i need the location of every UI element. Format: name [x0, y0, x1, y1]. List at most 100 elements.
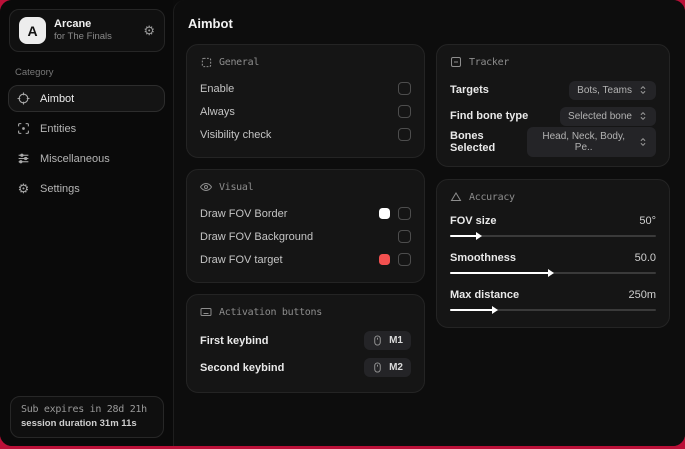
tracker-panel: Tracker Targets Bots, Teams Find bone ty…: [436, 44, 670, 167]
app-logo: A: [19, 17, 46, 44]
setting-label: Second keybind: [200, 361, 285, 374]
setting-row-second-keybind: Second keybind M2: [200, 354, 411, 381]
setting-label: Bones Selected: [450, 130, 496, 154]
setting-label: First keybind: [200, 334, 269, 347]
setting-row-smoothness: Smoothness 50.0: [450, 249, 656, 277]
second-keybind-button[interactable]: M2: [364, 358, 411, 377]
setting-label: Visibility check: [200, 128, 272, 141]
slider-fill: [450, 232, 482, 240]
keyboard-icon: [200, 306, 212, 318]
dropdown-value: Selected bone: [568, 110, 632, 122]
setting-row-bones-selected: Bones Selected Head, Neck, Body, Pe..: [450, 127, 656, 157]
dropdown-value: Head, Neck, Body, Pe..: [542, 131, 626, 153]
mouse-icon: [372, 335, 383, 346]
visual-panel: Visual Draw FOV Border Draw FOV Backgrou…: [186, 169, 425, 283]
setting-label: Enable: [200, 82, 235, 95]
targets-dropdown[interactable]: Bots, Teams: [569, 80, 656, 100]
visibility-check-checkbox[interactable]: [398, 128, 411, 141]
smoothness-value: 50.0: [634, 252, 656, 264]
sidebar-item-label: Settings: [40, 182, 80, 195]
max-distance-value: 250m: [628, 289, 656, 301]
sidebar-item-miscellaneous[interactable]: Miscellaneous: [8, 145, 165, 172]
gear-icon[interactable]: ⚙: [143, 24, 155, 37]
sliders-icon: [17, 152, 30, 165]
setting-label: Always: [200, 105, 235, 118]
sidebar-item-label: Aimbot: [40, 92, 75, 105]
sidebar-item-label: Entities: [40, 122, 77, 135]
panel-title: Accuracy: [469, 191, 515, 203]
session-duration-text: session duration 31m 11s: [21, 418, 137, 429]
fov-target-color-swatch[interactable]: [379, 254, 390, 265]
general-panel: General Enable Always Visibility check: [186, 44, 425, 158]
sidebar-item-aimbot[interactable]: Aimbot: [8, 85, 165, 112]
setting-label: Draw FOV target: [200, 253, 283, 266]
sub-expires-text: Sub expires in 28d 21h: [21, 404, 147, 415]
setting-label: Smoothness: [450, 252, 517, 264]
panel-title: Tracker: [469, 56, 510, 68]
fov-size-slider[interactable]: [450, 232, 656, 240]
brand-card: A Arcane for The Finals ⚙: [9, 9, 165, 52]
eye-icon: [200, 181, 212, 193]
chevrons-up-down-icon: [638, 137, 648, 147]
app-name: Arcane: [54, 17, 92, 30]
activation-buttons-panel: Activation buttons First keybind M1 Seco…: [186, 294, 425, 393]
chevrons-up-down-icon: [638, 85, 648, 95]
category-label: Category: [15, 67, 54, 78]
first-keybind-button[interactable]: M1: [364, 331, 411, 350]
smoothness-slider[interactable]: [450, 269, 656, 277]
subscription-info-card: Sub expires in 28d 21h session duration …: [10, 396, 164, 438]
fov-border-checkbox[interactable]: [398, 207, 411, 220]
setting-label: Find bone type: [450, 110, 529, 122]
setting-row-visibility-check: Visibility check: [200, 123, 411, 146]
always-checkbox[interactable]: [398, 105, 411, 118]
sidebar-item-settings[interactable]: ⚙ Settings: [8, 175, 165, 202]
fov-background-checkbox[interactable]: [398, 230, 411, 243]
setting-row-targets: Targets Bots, Teams: [450, 77, 656, 103]
enable-checkbox[interactable]: [398, 82, 411, 95]
setting-label: FOV size: [450, 215, 497, 227]
max-distance-slider[interactable]: [450, 306, 656, 314]
panel-title: General: [219, 56, 260, 68]
mouse-icon: [372, 362, 383, 373]
setting-row-first-keybind: First keybind M1: [200, 327, 411, 354]
panel-title: Visual: [219, 181, 254, 193]
scan-icon: [17, 122, 30, 135]
chevrons-up-down-icon: [638, 111, 648, 121]
fov-border-color-swatch[interactable]: [379, 208, 390, 219]
setting-row-fov-target: Draw FOV target: [200, 248, 411, 271]
gear-icon: ⚙: [17, 180, 30, 196]
fov-size-value: 50°: [639, 215, 656, 227]
page-title: Aimbot: [188, 16, 233, 31]
keybind-value: M1: [389, 335, 403, 346]
accuracy-panel: Accuracy FOV size 50° Smoothness 50.0 Ma…: [436, 179, 670, 328]
main-content: Aimbot General Enable Always Visibility …: [173, 0, 685, 446]
dashed-grid-icon: [200, 56, 212, 68]
keybind-value: M2: [389, 362, 403, 373]
sidebar-nav: Aimbot Entities Miscellaneous ⚙ Settings: [0, 85, 173, 203]
setting-label: Targets: [450, 84, 489, 96]
find-bone-type-dropdown[interactable]: Selected bone: [560, 106, 656, 126]
app-subtitle: for The Finals: [54, 31, 112, 43]
square-minus-icon: [450, 56, 462, 68]
bones-selected-dropdown[interactable]: Head, Neck, Body, Pe..: [527, 127, 656, 157]
sidebar-item-label: Miscellaneous: [40, 152, 110, 165]
setting-row-fov-size: FOV size 50°: [450, 212, 656, 240]
sidebar: A Arcane for The Finals ⚙ Category Aimbo…: [0, 0, 173, 446]
slider-fill: [450, 306, 499, 314]
setting-label: Draw FOV Background: [200, 230, 314, 243]
app-window: A Arcane for The Finals ⚙ Category Aimbo…: [0, 0, 685, 446]
setting-label: Max distance: [450, 289, 520, 301]
triangle-icon: [450, 191, 462, 203]
slider-fill: [450, 269, 554, 277]
setting-row-always: Always: [200, 100, 411, 123]
setting-row-fov-border: Draw FOV Border: [200, 202, 411, 225]
setting-row-enable: Enable: [200, 77, 411, 100]
setting-label: Draw FOV Border: [200, 207, 288, 220]
fov-target-checkbox[interactable]: [398, 253, 411, 266]
setting-row-fov-background: Draw FOV Background: [200, 225, 411, 248]
panel-title: Activation buttons: [219, 306, 322, 318]
setting-row-max-distance: Max distance 250m: [450, 286, 656, 314]
sidebar-item-entities[interactable]: Entities: [8, 115, 165, 142]
dropdown-value: Bots, Teams: [577, 84, 632, 96]
crosshair-icon: [17, 92, 30, 105]
